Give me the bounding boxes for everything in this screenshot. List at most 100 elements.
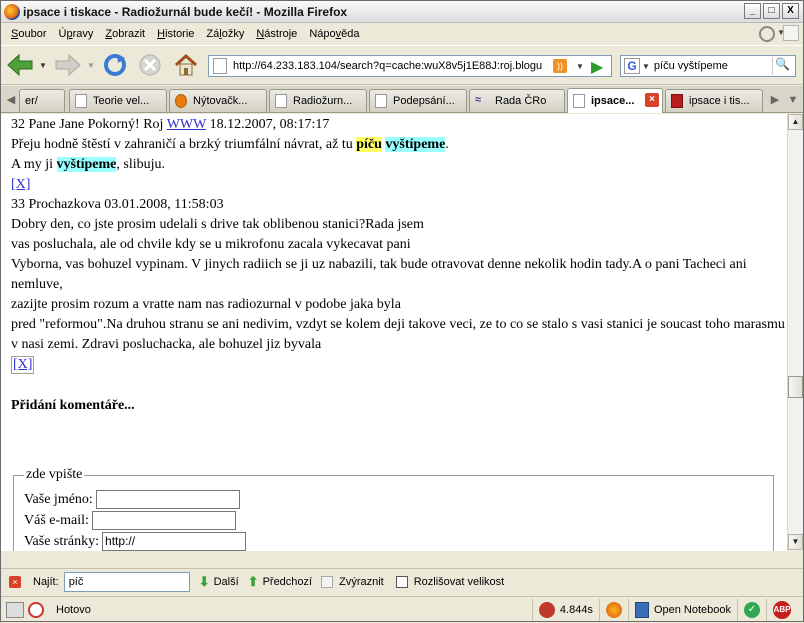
scroll-down-icon[interactable]: ▼ [788, 534, 803, 550]
bug-icon [538, 602, 555, 618]
find-highlight: píču [356, 137, 382, 152]
find-previous-button[interactable]: ⬆ Předchozí [248, 574, 312, 590]
page-icon [375, 94, 387, 108]
home-button[interactable] [172, 51, 200, 79]
tab-5[interactable]: Podepsání... [369, 89, 467, 112]
find-next-button[interactable]: ⬇ Další [199, 574, 239, 590]
tab-label: ipsace... [591, 95, 635, 107]
search-input[interactable]: píču vyštípeme [654, 60, 772, 72]
website-field[interactable]: http:// [102, 532, 247, 551]
firefox-status[interactable] [598, 599, 628, 621]
page-icon [573, 94, 585, 108]
match-case-checkbox[interactable]: Rozlišovat velikost [384, 576, 504, 588]
search-magnifier-icon[interactable]: 🔍 [771, 57, 792, 75]
navigation-toolbar: ▼ ▼ http://64.233.183.104/search?q=cache… [1, 45, 803, 85]
reload-button[interactable] [101, 51, 129, 79]
name-field[interactable] [95, 490, 240, 509]
find-bar: × Najít: píč ⬇ Další ⬆ Předchozí Zvýrazn… [1, 568, 803, 595]
ok-status[interactable]: ✓ [737, 599, 766, 621]
name-row: Vaše jméno: [24, 489, 763, 510]
tabs-scroll-right-icon[interactable]: ▶ [767, 90, 783, 110]
menu-historie[interactable]: Historie [151, 28, 200, 40]
tab-1[interactable]: er/ [19, 89, 65, 112]
tab-3[interactable]: Nýtovačk... [169, 89, 267, 112]
connection-icon[interactable] [6, 601, 24, 618]
tab-6[interactable]: ≈ Rada ČRo [469, 89, 565, 112]
name-label: Vaše jméno: [24, 491, 93, 507]
address-bar[interactable]: http://64.233.183.104/search?q=cache:wuX… [208, 55, 612, 77]
stop-icon [139, 54, 161, 76]
email-row: Váš e-mail: [24, 510, 763, 531]
e-site-icon [175, 94, 187, 108]
firebug-status[interactable]: 4.844s [531, 599, 599, 621]
checkbox-icon[interactable] [395, 576, 408, 588]
tab-label: Nýtovačk... [193, 95, 248, 107]
tab-label: Rada ČRo [495, 95, 547, 107]
tab-8[interactable]: ipsace i tis... [665, 89, 763, 112]
minimize-button[interactable]: _ [744, 3, 761, 19]
form-legend: zde vpište [26, 467, 83, 482]
notebook-button[interactable]: Open Notebook [627, 599, 737, 621]
menu-upravy[interactable]: Úpravy [52, 28, 99, 40]
go-button[interactable]: ▶ [591, 57, 603, 77]
toolbar-grip-icon [783, 25, 799, 41]
stop-button[interactable] [136, 51, 164, 79]
delete-comment-32-link[interactable]: [X] [11, 177, 30, 192]
engine-dropdown-icon[interactable]: ▼ [642, 62, 650, 71]
google-engine-icon[interactable]: G [624, 58, 640, 74]
home-icon [174, 53, 198, 76]
menu-zobrazit[interactable]: Zobrazit [99, 28, 151, 40]
menu-napoveda[interactable]: Nápověda [303, 28, 365, 40]
url-input[interactable]: http://64.233.183.104/search?q=cache:wuX… [233, 60, 551, 72]
arrow-up-icon: ⬆ [247, 574, 259, 589]
back-arrow-icon [7, 53, 33, 77]
adblock-button[interactable]: ABP [766, 599, 803, 621]
scroll-thumb[interactable] [788, 376, 803, 398]
blog-site-icon [671, 94, 683, 108]
tabs-scroll-left-icon[interactable]: ◀ [3, 90, 19, 110]
cro-logo-icon: ≈ [475, 94, 482, 106]
add-comment-heading: Přidání komentáře... [11, 398, 135, 413]
all-tabs-dropdown-icon[interactable]: ▼ [785, 90, 801, 110]
close-button[interactable]: X [782, 3, 799, 19]
comment-33-line: Vyborna, vas bohuzel vypinam. V jinych r… [11, 257, 747, 292]
tab-4[interactable]: Radiožurn... [269, 89, 367, 112]
back-history-dropdown[interactable]: ▼ [36, 51, 50, 79]
status-text: Hotovo [56, 603, 91, 616]
forward-history-dropdown[interactable]: ▼ [84, 51, 98, 79]
scroll-up-icon[interactable]: ▲ [788, 114, 803, 130]
email-label: Váš e-mail: [24, 512, 89, 528]
comment-author-link[interactable]: WWW [167, 117, 206, 132]
delete-comment-33-link[interactable]: [X] [11, 356, 35, 374]
email-field[interactable] [91, 511, 236, 530]
status-extensions: 4.844s Open Notebook ✓ ABP [531, 597, 803, 623]
throbber-icon [759, 26, 775, 42]
tab-7-active[interactable]: ipsace... × [567, 88, 663, 113]
vertical-scrollbar[interactable]: ▲ ▼ [787, 114, 803, 551]
tab-close-icon[interactable]: × [645, 93, 659, 107]
search-bar[interactable]: G ▼ píču vyštípeme 🔍 [620, 55, 796, 77]
comment-32-line-2: A my ji vyštípeme, slibuju. [11, 157, 166, 172]
menu-soubor[interactable]: Soubor [5, 28, 52, 40]
forward-button[interactable] [53, 51, 83, 79]
page-content: 32 Pane Jane Pokorný! Roj WWW 18.12.2007… [1, 114, 787, 551]
rss-feed-icon[interactable]: )) [553, 59, 567, 73]
tab-2[interactable]: Teorie vel... [69, 89, 167, 112]
maximize-button[interactable]: □ [763, 3, 780, 19]
close-findbar-icon[interactable]: × [9, 576, 21, 588]
highlight-all-button[interactable]: Zvýraznit [321, 576, 384, 588]
forward-arrow-icon [55, 53, 81, 77]
comment-32-line-1: Přeju hodně štěstí v zahraničí a brzký t… [11, 137, 449, 152]
comment-33-line: v nasi zemi. Zdravi posluchacka, ale boh… [11, 337, 322, 352]
clock-icon[interactable] [28, 601, 44, 618]
reload-icon [104, 54, 126, 76]
menu-zalozky[interactable]: Záložky [200, 28, 250, 40]
menu-nastroje[interactable]: Nástroje [250, 28, 303, 40]
find-input[interactable]: píč [63, 572, 190, 592]
firefox-logo-icon [4, 3, 20, 20]
window-controls: _ □ X [744, 3, 799, 19]
back-button[interactable] [5, 51, 35, 79]
page-icon [75, 94, 87, 108]
title-bar: ipsace i tiskace - Radiožurnál bude kečí… [1, 1, 803, 23]
url-history-dropdown[interactable]: ▼ [573, 62, 587, 71]
